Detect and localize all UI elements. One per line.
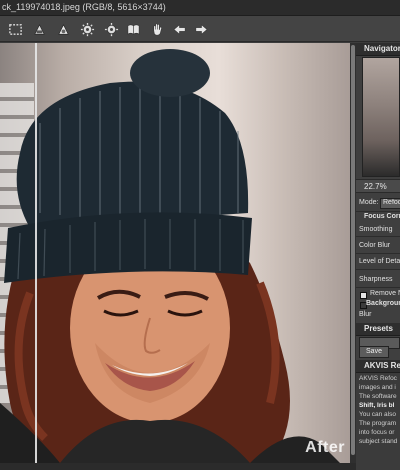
book-icon[interactable] [124,20,142,38]
help-line: images and i [359,384,396,391]
save-preset-button[interactable]: Save [359,346,389,358]
divider [356,269,400,270]
after-label: After [305,439,345,456]
help-line: The program [359,420,397,427]
focus-stack-icon[interactable] [30,20,48,38]
help-line: AKVIS Refoc [359,375,397,382]
help-line: subject stand [359,438,398,445]
mode-select[interactable]: Refocus [380,198,400,209]
help-line: The software [359,393,397,400]
arrow-left-icon[interactable] [170,20,188,38]
gear-icon[interactable] [102,20,120,38]
zoom-field[interactable]: 22.7% [356,179,400,193]
focus-correction-header[interactable]: Focus Corre [364,213,400,225]
navigator-thumbnail[interactable] [362,57,400,177]
help-line: Shift, Iris bl [359,402,395,409]
settings-panel: Navigator 22.7% Mode: Refocus Focus Corr… [356,43,400,470]
tab-navigator-label: Navigator [364,44,400,53]
zoom-value: 22.7% [364,182,387,191]
arrow-right-icon[interactable] [192,20,210,38]
help-line: You can also [359,411,396,418]
divider [356,211,400,212]
scrollbar-thumb[interactable] [351,45,355,455]
divider [356,253,400,254]
window-title: ck_119974018.jpeg (RGB/8, 5616×3744) [2,2,166,12]
status-bar [0,463,356,470]
gear-icon[interactable] [78,20,96,38]
help-area: AKVIS Refoc images and i The software Sh… [356,373,400,470]
akvis-refocus-window: ck_119974018.jpeg (RGB/8, 5616×3744) Aft… [0,0,400,470]
title-bar: ck_119974018.jpeg (RGB/8, 5616×3744) [0,0,400,16]
divider [356,287,400,288]
help-title: AKVIS Refoc [364,361,400,370]
before-after-divider[interactable] [35,43,37,463]
tab-presets-label: Presets [364,324,393,333]
tab-navigator[interactable]: Navigator [356,43,400,56]
hand-icon[interactable] [148,20,166,38]
blur-label: Blur [359,311,372,318]
portrait-photo [0,49,340,463]
divider [356,236,400,237]
mode-label: Mode: [359,199,379,206]
toolbar [0,16,400,42]
dotted-frame-icon[interactable] [6,20,24,38]
image-canvas[interactable]: After [0,43,354,463]
remove-noise-checkbox[interactable] [360,292,367,299]
help-line: into focus or [359,429,395,436]
tab-presets[interactable]: Presets [356,323,400,336]
run-icon[interactable] [54,20,72,38]
help-header: AKVIS Refoc [356,360,400,373]
